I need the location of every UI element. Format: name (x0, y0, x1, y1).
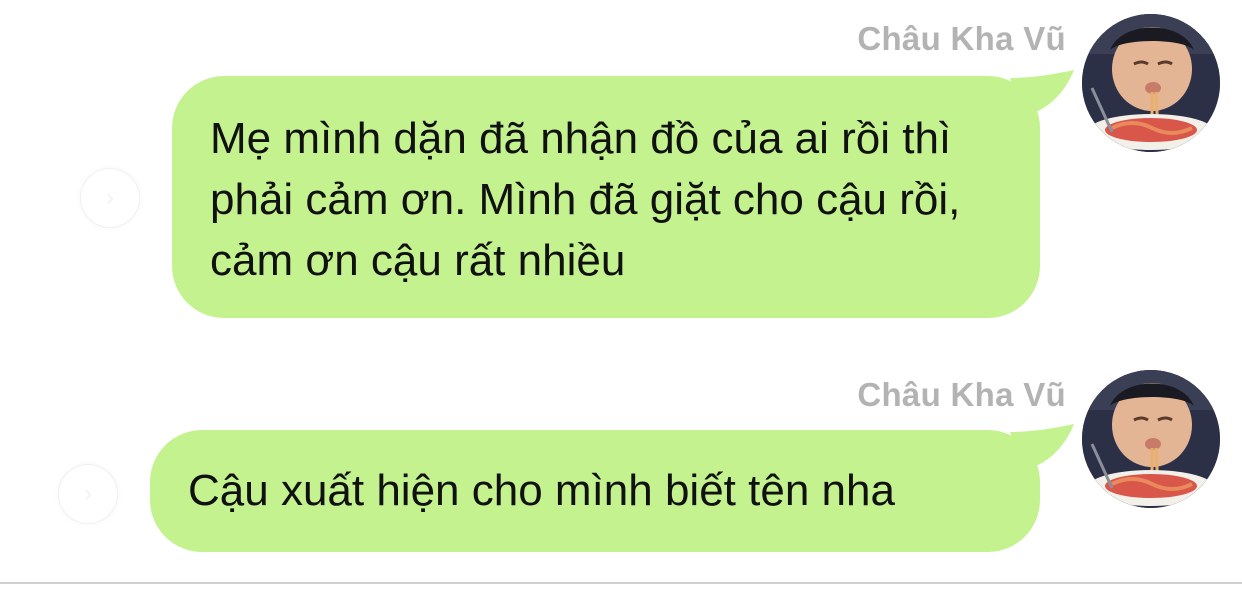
avatar[interactable] (1082, 14, 1220, 152)
avatar[interactable] (1082, 370, 1220, 508)
avatar-photo-icon (1082, 14, 1220, 152)
chat-thread: › Châu Kha Vũ Mẹ mình dặn đã nhận đồ của… (0, 0, 1242, 589)
divider (0, 582, 1242, 584)
bubble-tail-icon (1010, 424, 1074, 470)
message-bubble[interactable]: Cậu xuất hiện cho mình biết tên nha (150, 430, 1040, 552)
sender-name: Châu Kha Vũ (857, 20, 1066, 57)
message-bubble[interactable]: Mẹ mình dặn đã nhận đồ của ai rồi thì ph… (172, 76, 1040, 318)
message-text: Cậu xuất hiện cho mình biết tên nha (188, 466, 895, 515)
share-icon[interactable]: › (58, 464, 118, 524)
sender-name: Châu Kha Vũ (857, 376, 1066, 413)
message-row: › Châu Kha Vũ Mẹ mình dặn đã nhận đồ của… (0, 0, 1242, 340)
message-text: Mẹ mình dặn đã nhận đồ của ai rồi thì ph… (210, 114, 961, 285)
share-icon[interactable]: › (80, 168, 140, 228)
avatar-photo-icon (1082, 370, 1220, 508)
bubble-tail-icon (1010, 70, 1074, 116)
message-row: Châu Kha Vũ Cậu xuất hiện cho mình biết … (0, 360, 1242, 570)
